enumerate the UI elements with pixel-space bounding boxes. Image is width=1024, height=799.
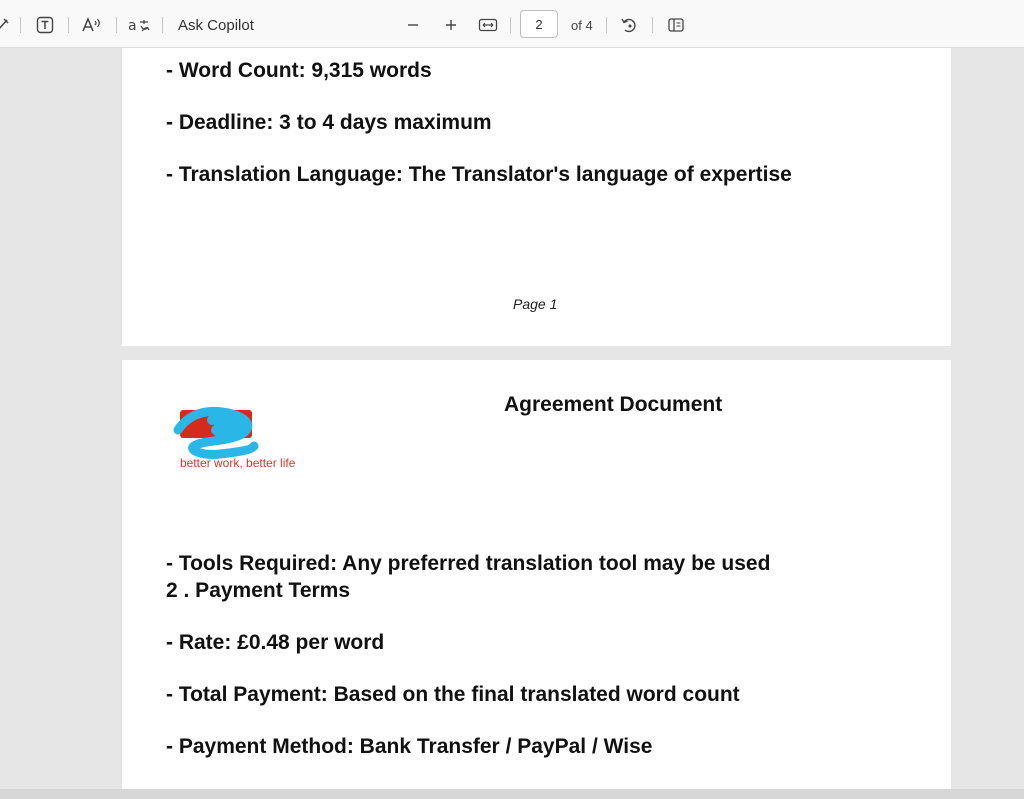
pdf-page-2: better work, better life Agreement Docum… xyxy=(122,360,951,790)
toolbar-separator xyxy=(20,17,21,33)
company-logo: better work, better life xyxy=(172,400,312,480)
toolbar-separator xyxy=(652,17,653,33)
text-box-icon[interactable] xyxy=(34,14,56,36)
translation-language-line: - Translation Language: The Translator's… xyxy=(166,163,792,186)
zoom-out-icon[interactable] xyxy=(404,14,422,36)
translate-icon[interactable]: a xyxy=(126,14,152,36)
total-payment-line: - Total Payment: Based on the final tran… xyxy=(166,683,740,706)
pdf-page-1: - Word Count: 9,315 words - Deadline: 3 … xyxy=(122,48,951,346)
rate-line: - Rate: £0.48 per word xyxy=(166,631,385,654)
logo-tagline: better work, better life xyxy=(180,456,296,470)
document-title: Agreement Document xyxy=(504,393,723,416)
page-count-label: of 4 xyxy=(571,17,593,33)
draw-icon[interactable] xyxy=(0,14,10,36)
page-footer: Page 1 xyxy=(513,296,558,312)
payment-method-line: - Payment Method: Bank Transfer / PayPal… xyxy=(166,735,653,758)
zoom-in-icon[interactable] xyxy=(442,14,460,36)
page-view-icon[interactable] xyxy=(665,14,687,36)
toolbar-separator xyxy=(116,17,117,33)
ask-copilot-button[interactable]: Ask Copilot xyxy=(178,14,254,36)
deadline-line: - Deadline: 3 to 4 days maximum xyxy=(166,111,492,134)
word-count-line: - Word Count: 9,315 words xyxy=(166,59,432,82)
toolbar-separator xyxy=(510,17,511,33)
rotate-icon[interactable] xyxy=(618,14,640,36)
toolbar-separator xyxy=(162,17,163,33)
fit-width-icon[interactable] xyxy=(477,14,499,36)
toolbar-separator xyxy=(606,17,607,33)
payment-terms-heading: 2 . Payment Terms xyxy=(166,579,351,602)
toolbar-separator xyxy=(68,17,69,33)
svg-text:a: a xyxy=(128,18,137,34)
tools-required-line: - Tools Required: Any preferred translat… xyxy=(166,552,771,575)
read-aloud-icon[interactable] xyxy=(80,14,104,36)
page-number-input[interactable] xyxy=(520,10,558,38)
pdf-toolbar: a Ask Copilot of 4 xyxy=(0,0,1024,48)
taskbar-strip xyxy=(0,789,1024,799)
